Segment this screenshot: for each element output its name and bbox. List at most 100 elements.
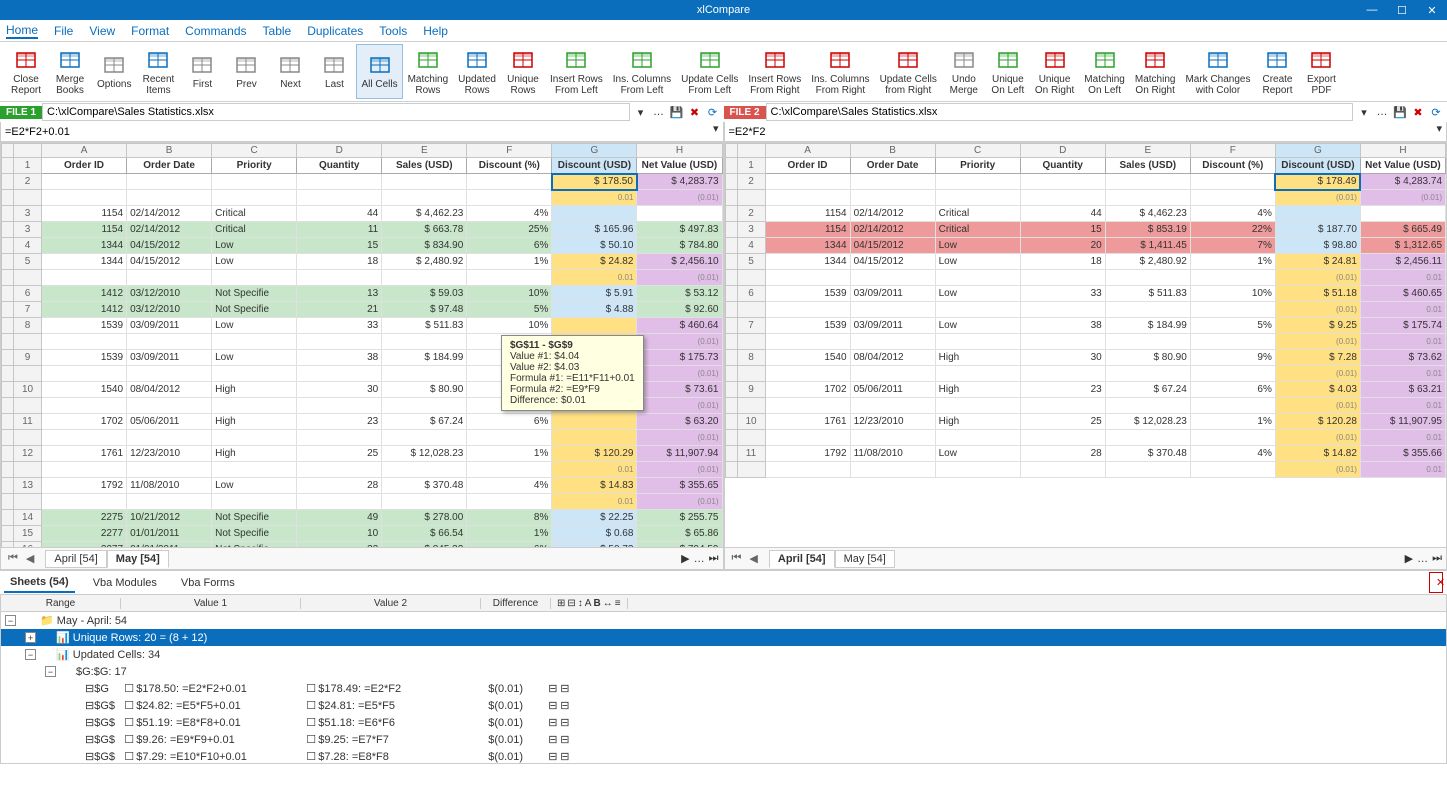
cell[interactable]: $ 51.18 <box>1275 286 1360 302</box>
ribbon-unique-on-right[interactable]: UniqueOn Right <box>1030 44 1079 99</box>
grid-row[interactable]: 16227701/01/2011Not Specifie32$ 845.326%… <box>2 542 723 548</box>
cell[interactable]: $ 784.80 <box>637 238 722 254</box>
cell[interactable] <box>1275 206 1360 222</box>
cell[interactable]: 1412 <box>42 302 127 318</box>
cell[interactable]: $ 50.10 <box>552 238 637 254</box>
cell[interactable]: $ 255.75 <box>637 510 722 526</box>
cell[interactable]: $ 0.68 <box>552 526 637 542</box>
cell[interactable]: $ 663.78 <box>382 222 467 238</box>
cell[interactable]: $ 9.25 <box>1275 318 1360 334</box>
grid-row[interactable]: 7153903/09/2011Low38$ 184.995%$ 9.25$ 17… <box>725 318 1446 334</box>
grid-row[interactable]: 3115402/14/2012Critical44$ 4,462.234% <box>2 206 723 222</box>
cell[interactable]: Critical <box>212 206 297 222</box>
cell[interactable]: 21 <box>297 302 382 318</box>
cell[interactable]: $ 98.80 <box>1275 238 1360 254</box>
next-icon[interactable]: ▶ <box>681 552 689 565</box>
grid-row[interactable]: 5134404/15/2012Low18$ 2,480.921%$ 24.82$… <box>2 254 723 270</box>
file1-formula-input[interactable] <box>1 122 709 141</box>
file2-formula-input[interactable] <box>725 122 1433 141</box>
cell[interactable]: 33 <box>297 318 382 334</box>
cell[interactable]: $ 794.59 <box>637 542 722 548</box>
cell[interactable]: 2275 <box>42 510 127 526</box>
cell[interactable]: $ 2,480.92 <box>382 254 467 270</box>
cell[interactable]: $ 4.03 <box>1275 382 1360 398</box>
cell[interactable]: 02/14/2012 <box>850 206 935 222</box>
cell[interactable]: Not Specifie <box>212 286 297 302</box>
cell[interactable]: $ 24.82 <box>552 254 637 270</box>
col-value1[interactable]: Value 1 <box>121 598 301 609</box>
cell[interactable]: 10/21/2012 <box>127 510 212 526</box>
cell[interactable]: $ 63.20 <box>637 414 722 430</box>
cell[interactable]: $ 80.90 <box>382 382 467 398</box>
cell[interactable]: $ 73.61 <box>637 382 722 398</box>
ribbon-matching-rows[interactable]: MatchingRows <box>403 44 454 99</box>
cell[interactable]: $ 511.83 <box>1105 286 1190 302</box>
cell[interactable]: 1154 <box>765 206 850 222</box>
cell[interactable]: $ 120.29 <box>552 446 637 462</box>
grid-row[interactable]: 14227510/21/2012Not Specifie49$ 278.008%… <box>2 510 723 526</box>
menu-duplicates[interactable]: Duplicates <box>307 24 363 38</box>
cell[interactable]: 1344 <box>42 238 127 254</box>
cell[interactable]: 25% <box>467 222 552 238</box>
file1-path-input[interactable] <box>42 103 629 121</box>
ribbon-prev[interactable]: Prev <box>224 44 268 99</box>
dropdown-icon[interactable]: ▾ <box>709 122 723 141</box>
grid-row[interactable]: 6141203/12/2010Not Specifie13$ 59.0310%$… <box>2 286 723 302</box>
cell[interactable]: $ 67.24 <box>382 414 467 430</box>
cell[interactable]: 1154 <box>42 206 127 222</box>
ribbon-matching-on-right[interactable]: MatchingOn Right <box>1130 44 1181 99</box>
close-icon[interactable]: ✕ <box>1417 4 1447 17</box>
bookmark-icon[interactable]: … <box>1375 105 1389 119</box>
cell[interactable]: $ 370.48 <box>382 478 467 494</box>
cell[interactable]: 32 <box>297 542 382 548</box>
cell[interactable]: Critical <box>935 222 1020 238</box>
cell[interactable]: 23 <box>297 414 382 430</box>
cell[interactable]: 25 <box>1020 414 1105 430</box>
cell[interactable] <box>1360 206 1445 222</box>
cell[interactable]: 1154 <box>42 222 127 238</box>
grid-row[interactable]: 6153903/09/2011Low33$ 511.8310%$ 51.18$ … <box>725 286 1446 302</box>
cell[interactable]: 03/09/2011 <box>850 318 935 334</box>
menu-format[interactable]: Format <box>131 24 169 38</box>
bookmark-icon[interactable]: … <box>652 105 666 119</box>
cell[interactable]: Not Specifie <box>212 510 297 526</box>
menu-commands[interactable]: Commands <box>185 24 246 38</box>
cell[interactable]: 44 <box>297 206 382 222</box>
cell[interactable]: 2277 <box>42 526 127 542</box>
cell[interactable]: $ 4,283.74 <box>1360 174 1445 190</box>
cell[interactable]: 1792 <box>765 446 850 462</box>
cell[interactable]: $ 497.83 <box>637 222 722 238</box>
minimize-icon[interactable]: — <box>1357 4 1387 17</box>
ribbon-unique-rows[interactable]: UniqueRows <box>501 44 545 99</box>
col-range[interactable]: Range <box>1 598 121 609</box>
cell[interactable]: 25 <box>297 446 382 462</box>
cell[interactable]: 1% <box>1190 414 1275 430</box>
cell[interactable]: $ 2,456.10 <box>637 254 722 270</box>
cell[interactable]: $ 120.28 <box>1275 414 1360 430</box>
ribbon-create-report[interactable]: CreateReport <box>1255 44 1299 99</box>
collapse-icon[interactable]: − <box>45 666 56 677</box>
cell[interactable]: 04/15/2012 <box>127 238 212 254</box>
save-icon[interactable]: 💾 <box>1393 105 1407 119</box>
last-icon[interactable]: ⏭ <box>709 552 719 565</box>
refresh-icon[interactable]: ⟳ <box>1429 105 1443 119</box>
grid-row[interactable]: 8154008/04/2012High30$ 80.909%$ 7.28$ 73… <box>725 350 1446 366</box>
cell[interactable]: 4% <box>1190 206 1275 222</box>
grid-row[interactable]: 11170205/06/2011High23$ 67.246%$ 63.20 <box>2 414 723 430</box>
cell[interactable]: 5% <box>467 302 552 318</box>
cell[interactable]: $ 165.96 <box>552 222 637 238</box>
grid-row[interactable]: 2$ 178.49$ 4,283.74 <box>725 174 1446 190</box>
tree-column-g[interactable]: −$G:$G: 17 <box>1 663 1446 680</box>
refresh-icon[interactable]: ⟳ <box>706 105 720 119</box>
cell[interactable]: 05/06/2011 <box>850 382 935 398</box>
cell[interactable]: 1344 <box>42 254 127 270</box>
cell[interactable]: 1344 <box>765 254 850 270</box>
toolbar-icon[interactable]: ↕ <box>578 598 583 609</box>
cell[interactable] <box>552 414 637 430</box>
bold-icon[interactable]: B <box>593 598 600 609</box>
cell[interactable]: $ 1,411.45 <box>1105 238 1190 254</box>
cell[interactable]: $ 853.19 <box>1105 222 1190 238</box>
cell[interactable]: High <box>935 350 1020 366</box>
cell[interactable]: 5% <box>1190 318 1275 334</box>
next-icon[interactable]: ▶ <box>1405 552 1413 565</box>
